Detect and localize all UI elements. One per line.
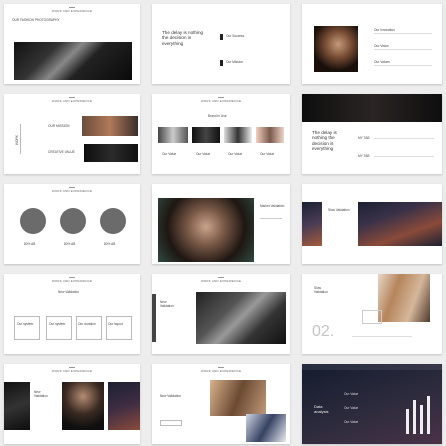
landscape-photo bbox=[358, 202, 442, 246]
slide-title: New Validation bbox=[58, 290, 80, 294]
mini-bar bbox=[406, 409, 409, 434]
slide-thumbnail[interactable]: WORK AND EXPERIENCE Brand In Use Our Val… bbox=[152, 94, 290, 174]
caption: Our Value bbox=[162, 152, 177, 156]
bar-label: Our Value bbox=[344, 406, 359, 410]
box-label: Our duration bbox=[78, 322, 96, 326]
item-label: Our Values bbox=[374, 60, 390, 64]
mini-bar-chart bbox=[406, 392, 436, 434]
feature-box bbox=[46, 316, 72, 340]
slide-thumbnail[interactable]: WORK AND EXPERIENCE New Validation bbox=[152, 364, 290, 444]
slide-thumbnail[interactable]: WORK AND EXPERIENCE New Validation bbox=[152, 274, 290, 354]
slide-thumbnail[interactable]: The delay is nothing the decision is eve… bbox=[152, 4, 290, 84]
slide-number: 02. bbox=[312, 323, 335, 340]
slide-header: WORK AND EXPERIENCE bbox=[152, 97, 290, 103]
stat-label: 80% AB bbox=[104, 242, 116, 246]
item-label: OUR MISSION bbox=[48, 124, 70, 128]
fashion-photo bbox=[378, 274, 430, 322]
cta-box[interactable] bbox=[160, 420, 182, 426]
item-label: CREATIVE VALUE bbox=[48, 150, 75, 154]
slide-title: OUR FASHION PHOTOGRAPHY bbox=[12, 18, 60, 22]
fashion-photo bbox=[82, 116, 138, 136]
slide-thumbnail[interactable]: The delay is nothing the decision is eve… bbox=[302, 94, 442, 174]
slide-thumbnail[interactable]: Data analysis Our Value Our Value Our Va… bbox=[302, 364, 442, 444]
slide-thumbnail[interactable]: WORK AND EXPERIENCE New Validation bbox=[4, 364, 140, 444]
box-label: Our system bbox=[17, 322, 34, 326]
slide-thumbnail[interactable]: Slow Validation bbox=[302, 184, 442, 264]
slide-header: WORK AND EXPERIENCE bbox=[4, 187, 140, 193]
slide-header: WORK AND EXPERIENCE bbox=[4, 277, 140, 283]
stat-circle bbox=[100, 208, 126, 234]
slide-thumbnail[interactable]: WORK AND EXPERIENCE WORK OUR MISSION CRE… bbox=[4, 94, 140, 174]
mini-bar bbox=[427, 396, 430, 434]
landscape-photo bbox=[302, 202, 322, 246]
caption: Our Value bbox=[228, 152, 243, 156]
photo-3 bbox=[108, 382, 140, 430]
portrait-photo bbox=[158, 198, 254, 262]
feature-box bbox=[106, 316, 132, 340]
slide-title: New Validation bbox=[160, 394, 182, 398]
laptop-photo bbox=[14, 42, 132, 80]
fashion-photo bbox=[210, 380, 266, 416]
slide-thumbnail[interactable]: Slow Validation 02. bbox=[302, 274, 442, 354]
slide-thumbnail[interactable]: Our Innovation Our Vision Our Values bbox=[302, 4, 442, 84]
caption: Our Value bbox=[196, 152, 211, 156]
year-label: MY TAB bbox=[358, 154, 370, 158]
slide-title: Slow Validation bbox=[314, 286, 328, 294]
caption: Our Value bbox=[260, 152, 275, 156]
slide-title: Data analysis bbox=[314, 404, 329, 415]
slide-header: WORK AND EXPERIENCE bbox=[4, 367, 140, 373]
quote-text: The delay is nothing the decision is eve… bbox=[312, 130, 337, 152]
feature-box bbox=[76, 316, 102, 340]
slide-title: Market Validation bbox=[260, 204, 285, 208]
photo-2 bbox=[192, 127, 220, 143]
slide-title: Slow Validation bbox=[328, 208, 350, 212]
slide-header: WORK AND EXPERIENCE bbox=[4, 7, 140, 13]
slide-thumbnail[interactable]: Market Validation bbox=[152, 184, 290, 264]
accent-bar bbox=[220, 34, 223, 40]
box-label: Our system bbox=[49, 322, 66, 326]
slide-header: WORK AND EXPERIENCE bbox=[152, 277, 290, 283]
laptop-photo bbox=[196, 292, 286, 344]
photo-1 bbox=[4, 382, 30, 430]
accent-bar bbox=[220, 60, 223, 66]
hero-photo bbox=[302, 94, 442, 122]
mini-bar bbox=[420, 405, 423, 434]
item-label: Our Mission bbox=[226, 60, 244, 64]
year-label: MY TAB bbox=[358, 136, 370, 140]
slide-title: New Validation bbox=[160, 300, 174, 308]
slide-header: WORK AND EXPERIENCE bbox=[4, 97, 140, 103]
item-label: Our Success bbox=[226, 34, 245, 38]
stat-circle bbox=[60, 208, 86, 234]
stat-label: 80% AB bbox=[24, 242, 36, 246]
photo-2 bbox=[62, 382, 104, 430]
dark-photo bbox=[84, 144, 138, 162]
caption-box bbox=[362, 310, 382, 324]
stat-label: 80% AB bbox=[64, 242, 76, 246]
shoe-photo bbox=[246, 414, 286, 442]
bar-label: Our Value bbox=[344, 420, 359, 424]
slide-header: WORK AND EXPERIENCE bbox=[152, 367, 290, 373]
box-label: Our layout bbox=[108, 322, 123, 326]
bar-label: Our Value bbox=[344, 392, 359, 396]
slide-title: Brand In Use bbox=[208, 114, 227, 118]
slide-title: New Validation bbox=[34, 390, 48, 398]
stat-circle bbox=[20, 208, 46, 234]
quote-text: The delay is nothing the decision is eve… bbox=[162, 30, 204, 46]
portrait-photo bbox=[314, 26, 358, 72]
photo-4 bbox=[256, 127, 284, 143]
feature-box bbox=[14, 316, 40, 340]
photo-1 bbox=[158, 127, 188, 143]
side-label: WORK bbox=[14, 135, 19, 145]
slide-thumbnail[interactable]: WORK AND EXPERIENCE New Validation Our s… bbox=[4, 274, 140, 354]
item-label: Our Innovation bbox=[374, 28, 395, 32]
photo-3 bbox=[224, 127, 252, 143]
slide-thumbnail[interactable]: WORK AND EXPERIENCE OUR FASHION PHOTOGRA… bbox=[4, 4, 140, 84]
item-label: Our Vision bbox=[374, 44, 389, 48]
slide-thumbnail[interactable]: WORK AND EXPERIENCE 80% AB 80% AB 80% AB bbox=[4, 184, 140, 264]
mini-bar bbox=[413, 400, 416, 434]
